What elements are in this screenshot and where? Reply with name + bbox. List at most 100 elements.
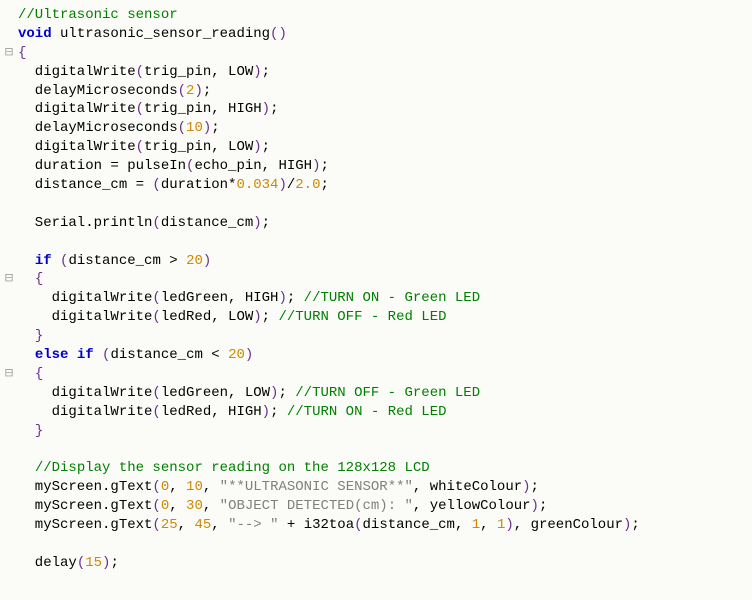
fold-gutter (0, 384, 18, 403)
fold-gutter[interactable]: ⊟ (0, 365, 18, 384)
code-token (18, 328, 35, 344)
code-line: digitalWrite(ledRed, HIGH); //TURN ON - … (0, 403, 752, 422)
fold-gutter (0, 516, 18, 535)
code-line-content: delay(15); (18, 555, 119, 571)
code-token: ultrasonic_sensor_reading (52, 26, 270, 42)
code-token: () (270, 26, 287, 42)
fold-gutter (0, 554, 18, 573)
code-token: trig_pin, LOW (144, 139, 253, 155)
code-token: distance_cm = (18, 177, 152, 193)
code-line: void ultrasonic_sensor_reading() (0, 25, 752, 44)
code-line: //Ultrasonic sensor (0, 6, 752, 25)
code-token: ) (253, 215, 261, 231)
fold-gutter (0, 422, 18, 441)
code-token: ( (136, 101, 144, 117)
code-token: ; (320, 158, 328, 174)
fold-gutter (0, 535, 18, 554)
code-token: ( (152, 385, 160, 401)
code-token: , (203, 479, 220, 495)
code-token (52, 253, 60, 269)
code-line: duration = pulseIn(echo_pin, HIGH); (0, 157, 752, 176)
code-token: digitalWrite (18, 101, 136, 117)
code-token: ) (203, 120, 211, 136)
code-line-content: digitalWrite(ledGreen, LOW); //TURN OFF … (18, 385, 480, 401)
code-token: //Ultrasonic sensor (18, 7, 178, 23)
code-token: ( (152, 290, 160, 306)
code-line-content: myScreen.gText(25, 45, "--> " + i32toa(d… (18, 517, 640, 533)
code-token: ledRed, HIGH (161, 404, 262, 420)
code-token: ; (211, 120, 219, 136)
code-token: "OBJECT DETECTED(cm): " (220, 498, 413, 514)
fold-gutter (0, 176, 18, 195)
code-token: , yellowColour (413, 498, 531, 514)
code-token: 0.034 (236, 177, 278, 193)
code-token: distance_cm (161, 215, 253, 231)
code-line: myScreen.gText(0, 30, "OBJECT DETECTED(c… (0, 497, 752, 516)
code-token: ) (245, 347, 253, 363)
code-token: 45 (194, 517, 211, 533)
code-token: ; (203, 83, 211, 99)
code-line: distance_cm = (duration*0.034)/2.0; (0, 176, 752, 195)
code-token: , (211, 517, 228, 533)
code-token (68, 347, 76, 363)
code-line: } (0, 422, 752, 441)
code-line: digitalWrite(trig_pin, LOW); (0, 63, 752, 82)
fold-gutter (0, 459, 18, 478)
code-line: digitalWrite(ledGreen, LOW); //TURN OFF … (0, 384, 752, 403)
code-token: digitalWrite (18, 309, 152, 325)
code-token: ( (152, 215, 160, 231)
code-token: ; (262, 64, 270, 80)
code-token: 20 (186, 253, 203, 269)
fold-gutter (0, 440, 18, 459)
code-token: , (480, 517, 497, 533)
code-token: if (77, 347, 94, 363)
fold-gutter (0, 308, 18, 327)
code-token: //TURN OFF - Green LED (295, 385, 480, 401)
code-line-content: delayMicroseconds(2); (18, 83, 211, 99)
code-line: delayMicroseconds(2); (0, 82, 752, 101)
code-token: myScreen.gText (18, 517, 152, 533)
code-token: duration = pulseIn (18, 158, 186, 174)
code-token: 0 (161, 479, 169, 495)
code-line-content: myScreen.gText(0, 30, "OBJECT DETECTED(c… (18, 498, 547, 514)
code-token: //Display the sensor reading on the 128x… (35, 460, 430, 476)
code-token: trig_pin, LOW (144, 64, 253, 80)
code-token (18, 271, 35, 287)
code-token: myScreen.gText (18, 498, 152, 514)
fold-gutter (0, 157, 18, 176)
code-token: 20 (228, 347, 245, 363)
code-token: 10 (186, 479, 203, 495)
code-token (18, 460, 35, 476)
fold-gutter (0, 289, 18, 308)
code-token: delay (18, 555, 77, 571)
fold-gutter[interactable]: ⊟ (0, 44, 18, 63)
code-line-content: digitalWrite(ledRed, HIGH); //TURN ON - … (18, 404, 447, 420)
fold-gutter (0, 63, 18, 82)
fold-gutter[interactable]: ⊟ (0, 270, 18, 289)
code-token: distance_cm < (110, 347, 228, 363)
code-token: ) (531, 498, 539, 514)
code-line: ⊟{ (0, 44, 752, 63)
code-token: , (169, 479, 186, 495)
code-token: { (18, 45, 26, 61)
code-token: //TURN ON - Red LED (287, 404, 447, 420)
code-token: trig_pin, HIGH (144, 101, 262, 117)
code-line-content: //Display the sensor reading on the 128x… (18, 460, 430, 476)
code-token: echo_pin, HIGH (194, 158, 312, 174)
code-line: Serial.println(distance_cm); (0, 214, 752, 233)
code-token: ; (270, 101, 278, 117)
code-editor: //Ultrasonic sensor void ultrasonic_sens… (0, 6, 752, 573)
code-token: "--> " (228, 517, 278, 533)
code-token: void (18, 26, 52, 42)
code-token: 25 (161, 517, 178, 533)
code-line-content: delayMicroseconds(10); (18, 120, 220, 136)
fold-gutter (0, 403, 18, 422)
code-token: ; (278, 385, 295, 401)
code-token: , (169, 498, 186, 514)
code-token: myScreen.gText (18, 479, 152, 495)
code-token: ; (262, 309, 279, 325)
code-token: { (35, 271, 43, 287)
code-token: distance_cm, (363, 517, 472, 533)
code-token: digitalWrite (18, 385, 152, 401)
code-token: ( (354, 517, 362, 533)
